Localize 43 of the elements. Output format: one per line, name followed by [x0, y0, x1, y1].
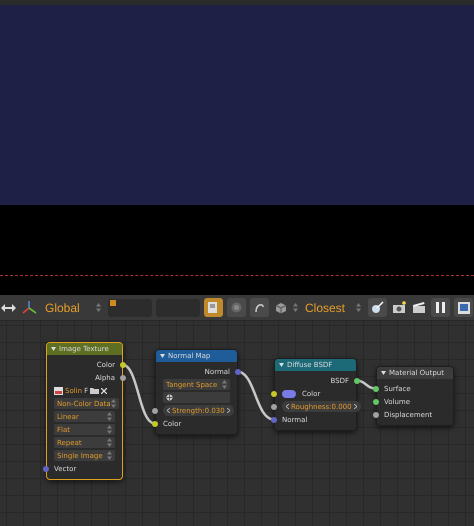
uv-sphere-icon	[166, 394, 173, 401]
collapse-icon[interactable]	[279, 363, 284, 367]
uv-map-field[interactable]	[163, 392, 230, 403]
collapse-icon[interactable]	[51, 347, 56, 351]
color-swatch[interactable]	[282, 390, 296, 398]
document-icon	[207, 301, 220, 314]
wand-icon[interactable]	[368, 298, 387, 317]
close-icon[interactable]	[101, 388, 108, 394]
image-editor-icon[interactable]	[454, 298, 473, 317]
collapse-icon[interactable]	[160, 354, 165, 358]
circle-icon	[231, 302, 242, 313]
folder-icon[interactable]	[90, 387, 100, 394]
socket-dot[interactable]	[120, 374, 126, 380]
square-icon	[110, 300, 116, 306]
socket-dot[interactable]	[373, 386, 379, 392]
up-down-arrows-icon	[107, 425, 112, 434]
socket-dot[interactable]	[120, 362, 126, 368]
socket-dot[interactable]	[271, 416, 277, 422]
pause-icon	[436, 302, 445, 313]
collapse-icon[interactable]	[381, 371, 386, 375]
socket-dot[interactable]	[152, 420, 158, 426]
socket-dot[interactable]	[373, 398, 379, 404]
image-icon[interactable]	[54, 386, 63, 394]
socket-dot[interactable]	[373, 412, 379, 418]
input-field[interactable]	[108, 298, 152, 316]
up-down-arrows-icon	[293, 303, 298, 312]
socket-dot[interactable]	[235, 368, 241, 374]
socket-dot[interactable]	[271, 390, 277, 396]
up-down-arrows-icon	[222, 380, 227, 389]
socket-dot[interactable]	[152, 408, 158, 414]
up-down-arrows-icon	[107, 412, 112, 421]
snap-toggle[interactable]	[204, 298, 223, 317]
curve-icon[interactable]	[250, 298, 269, 317]
socket-dot[interactable]	[43, 466, 49, 472]
socket-dot[interactable]	[271, 404, 277, 410]
up-down-arrows-icon	[356, 303, 361, 312]
up-down-arrows-icon	[110, 399, 116, 408]
up-down-arrows-icon	[96, 303, 101, 312]
pause-button[interactable]	[431, 298, 450, 317]
proportional-toggle[interactable]	[227, 298, 246, 317]
up-down-arrows-icon	[107, 438, 112, 447]
socket-dot[interactable]	[354, 378, 360, 384]
up-down-arrows-icon	[107, 451, 112, 460]
